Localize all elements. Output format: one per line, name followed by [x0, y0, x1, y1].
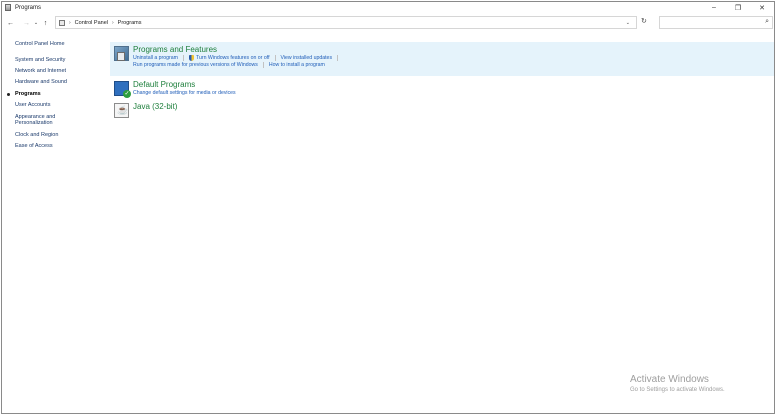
default-programs-icon[interactable] [114, 81, 131, 98]
window-title: Programs [15, 4, 42, 11]
shield-icon [188, 55, 194, 61]
title-bar: Programs – ❐ ✕ [2, 2, 774, 13]
breadcrumb-separator-icon: › [69, 19, 71, 26]
address-bar[interactable]: › Control Panel › Programs ⌄ [55, 16, 637, 29]
sidebar-item-ease-of-access[interactable]: Ease of Access [15, 143, 100, 150]
sidebar-item-programs[interactable]: Programs [7, 90, 100, 98]
refresh-icon[interactable]: ↻ [641, 17, 647, 25]
watermark-title: Activate Windows [630, 374, 709, 385]
category-programs-features: Programs and Features Uninstall a progra… [110, 42, 774, 76]
uninstall-program-link[interactable]: Uninstall a program [133, 55, 178, 61]
active-bullet-icon [7, 92, 10, 96]
category-default-programs: Default Programs Change default settings… [110, 77, 774, 98]
maximize-button[interactable]: ❐ [726, 2, 750, 13]
sidebar-item-label: Programs [15, 90, 41, 97]
default-programs-title[interactable]: Default Programs [133, 80, 236, 89]
recent-locations-chevron-icon[interactable]: ⌄ [32, 20, 40, 26]
control-panel-icon [5, 4, 11, 11]
windows-features-link[interactable]: Turn Windows features on or off [196, 55, 270, 61]
sidebar-item-network-internet[interactable]: Network and Internet [15, 68, 100, 75]
change-defaults-link[interactable]: Change default settings for media or dev… [133, 90, 236, 96]
compatibility-link[interactable]: Run programs made for previous versions … [133, 62, 258, 68]
search-icon[interactable]: ⌕ [765, 18, 769, 26]
forward-arrow-icon[interactable]: → [21, 20, 32, 27]
programs-features-icon[interactable] [114, 46, 129, 61]
link-divider [337, 55, 339, 61]
sidebar: Control Panel Home System and Security N… [7, 41, 100, 154]
sidebar-item-appearance[interactable]: Appearance and Personalization [15, 114, 75, 127]
main-content: Programs and Features Uninstall a progra… [110, 42, 774, 118]
sidebar-item-hardware-sound[interactable]: Hardware and Sound [15, 79, 100, 86]
breadcrumb-programs[interactable]: Programs [118, 20, 142, 26]
close-button[interactable]: ✕ [750, 2, 774, 13]
activation-watermark: Activate Windows Go to Settings to activ… [630, 374, 725, 393]
category-java: Java (32-bit) [110, 99, 774, 118]
java-icon[interactable] [114, 103, 129, 118]
link-divider [182, 55, 184, 61]
control-panel-location-icon [59, 19, 65, 26]
sidebar-item-system-security[interactable]: System and Security [15, 57, 100, 64]
sidebar-item-user-accounts[interactable]: User Accounts [15, 102, 100, 109]
navigation-bar: ← → ⌄ ↑ › Control Panel › Programs ⌄ ↻ ⌕ [2, 15, 774, 31]
minimize-button[interactable]: – [702, 2, 726, 13]
back-arrow-icon[interactable]: ← [5, 20, 16, 27]
address-dropdown-icon[interactable]: ⌄ [626, 20, 630, 26]
installed-updates-link[interactable]: View installed updates [281, 55, 333, 61]
breadcrumb-control-panel[interactable]: Control Panel [75, 20, 108, 26]
sidebar-item-clock-region[interactable]: Clock and Region [15, 132, 100, 139]
link-divider [274, 55, 276, 61]
watermark-subtitle: Go to Settings to activate Windows. [630, 387, 725, 393]
control-panel-window: Programs – ❐ ✕ ← → ⌄ ↑ › Control Panel ›… [1, 1, 775, 414]
how-to-install-link[interactable]: How to install a program [269, 62, 325, 68]
search-input[interactable]: ⌕ [659, 16, 773, 29]
programs-features-title[interactable]: Programs and Features [133, 45, 343, 54]
sidebar-home-link[interactable]: Control Panel Home [15, 41, 100, 48]
breadcrumb-separator-icon: › [112, 19, 114, 26]
link-divider [262, 62, 264, 68]
up-arrow-icon[interactable]: ↑ [40, 20, 51, 27]
java-title[interactable]: Java (32-bit) [133, 102, 177, 111]
